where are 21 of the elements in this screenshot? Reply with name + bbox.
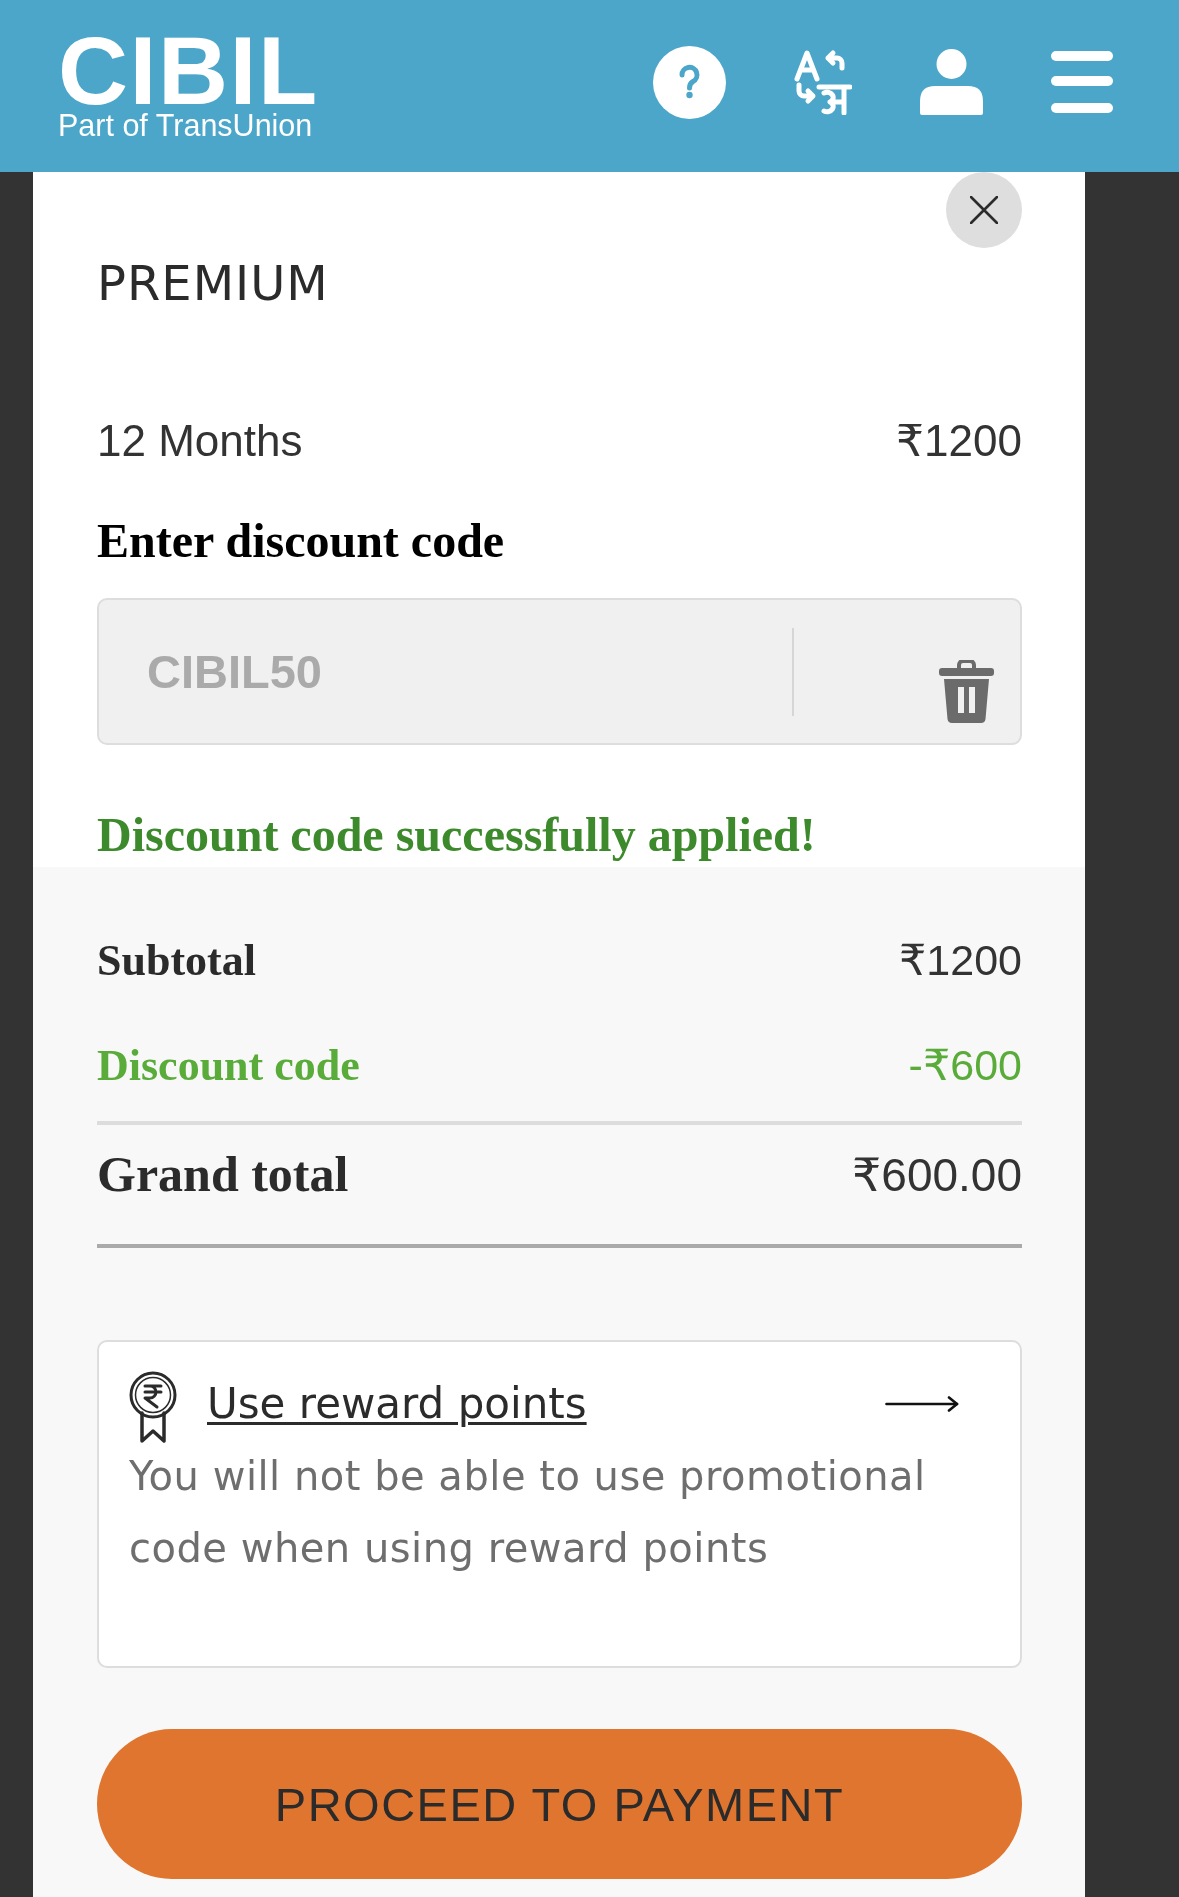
proceed-button[interactable]: PROCEED TO PAYMENT xyxy=(97,1729,1022,1879)
user-icon[interactable] xyxy=(920,49,983,115)
discount-label: Enter discount code xyxy=(97,513,506,568)
medal-icon xyxy=(129,1371,177,1443)
arrow-icon[interactable] xyxy=(885,1396,959,1412)
reward-points-link[interactable]: Use reward points xyxy=(207,1379,587,1428)
summary-label: Subtotal xyxy=(97,936,256,986)
success-message: Discount code successfully applied! xyxy=(97,807,817,862)
plan-price: ₹1200 xyxy=(896,416,1022,466)
menu-icon[interactable] xyxy=(1051,51,1113,113)
plan-name: PREMIUM xyxy=(97,255,330,311)
plan-duration: 12 Months xyxy=(97,416,303,466)
close-icon xyxy=(970,196,998,224)
help-icon[interactable] xyxy=(653,45,726,119)
translate-icon[interactable] xyxy=(794,49,852,115)
summary-label: Discount code xyxy=(97,1041,360,1091)
summary-amount: ₹600.00 xyxy=(852,1148,1022,1203)
summary-amount: ₹1200 xyxy=(898,935,1022,985)
summary-label: Grand total xyxy=(97,1146,349,1203)
reward-note: You will not be able to use promotional code when using reward points xyxy=(129,1452,927,1573)
summary-amount: -₹600 xyxy=(908,1040,1022,1090)
